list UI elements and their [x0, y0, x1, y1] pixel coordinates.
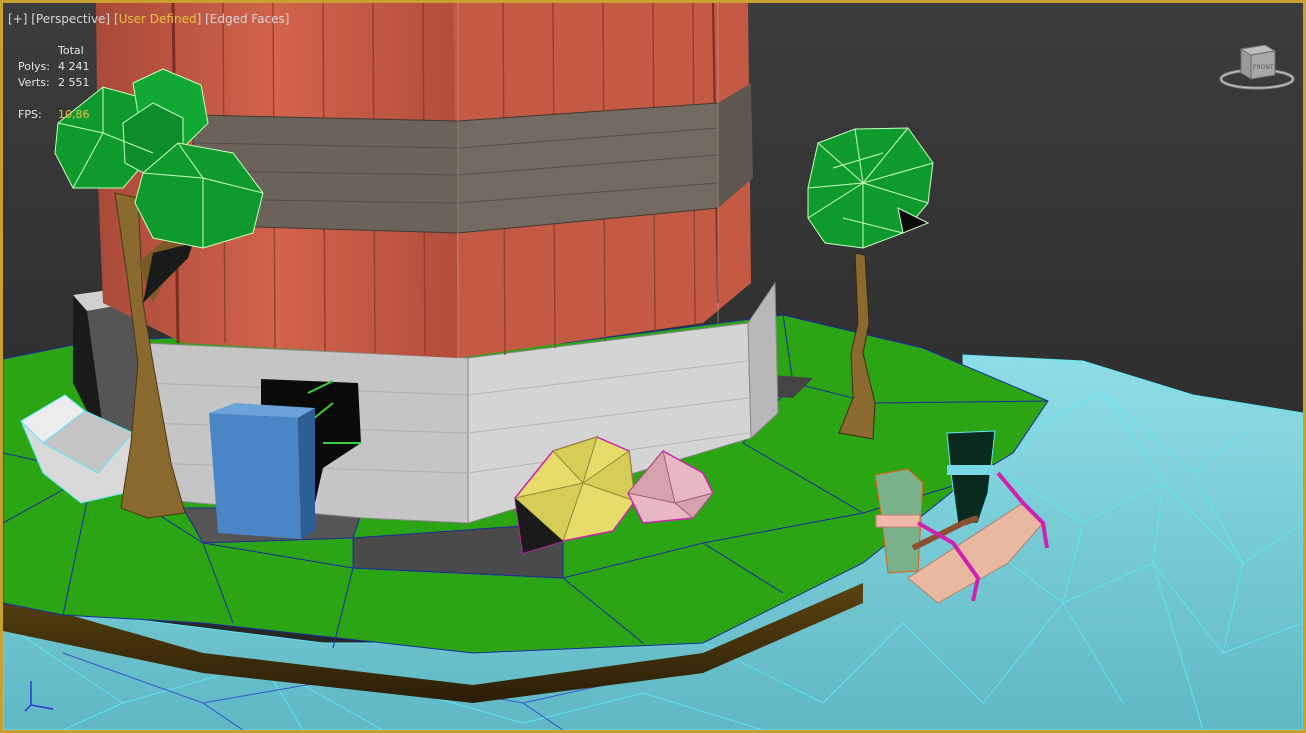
polys-label: Polys:	[18, 60, 50, 73]
viewcube-face-label: FRONT	[1253, 64, 1274, 71]
shading-bracket-close: ]	[196, 12, 202, 26]
polys-value: 4 241	[58, 60, 90, 73]
stats-header: Total	[58, 44, 84, 57]
fps-value: 10,86	[58, 108, 90, 121]
viewport-shading-menu[interactable]: User Defined	[119, 12, 197, 26]
verts-value: 2 551	[58, 76, 90, 89]
viewport-pov-menu[interactable]: [Perspective]	[31, 12, 110, 26]
axis-tripod-icon	[24, 681, 54, 712]
blue-door-box[interactable]	[209, 403, 315, 539]
viewport-edged-faces-menu[interactable]: [Edged Faces]	[205, 12, 289, 26]
viewport-general-menu[interactable]: [+]	[8, 12, 27, 26]
scene-render[interactable]	[3, 3, 1303, 730]
perspective-viewport[interactable]: [+] [Perspective] [User Defined] [Edged …	[0, 0, 1306, 733]
viewcube-icon[interactable]: FRONT	[1219, 41, 1295, 93]
verts-label: Verts:	[18, 76, 50, 89]
viewport-label-menu: [+] [Perspective] [User Defined] [Edged …	[8, 12, 290, 26]
fps-label: FPS:	[18, 108, 42, 121]
